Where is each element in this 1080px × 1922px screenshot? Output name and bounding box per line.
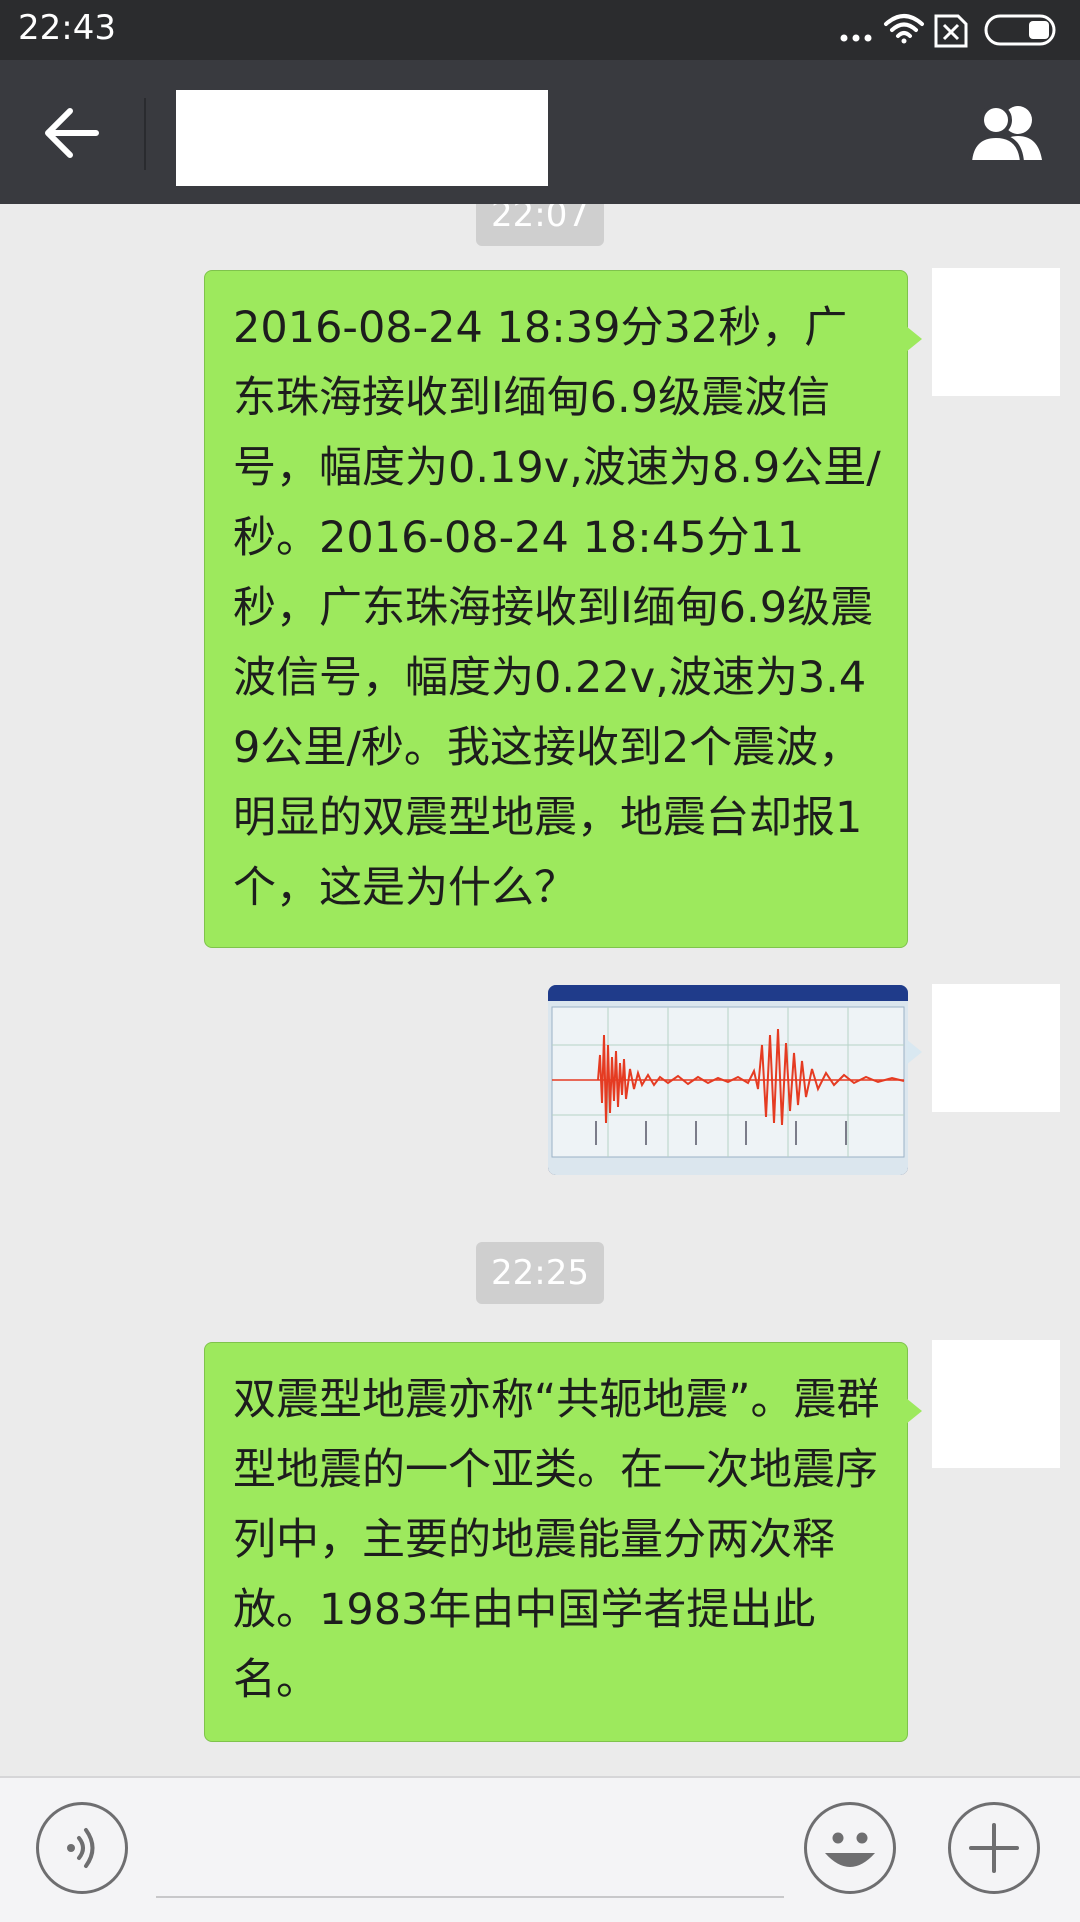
emoji-icon xyxy=(825,1832,875,1867)
voice-icon xyxy=(67,1828,95,1868)
message-input[interactable] xyxy=(156,1808,784,1898)
seismograph-screenshot xyxy=(548,985,908,1175)
avatar[interactable] xyxy=(932,268,1060,396)
timestamp-chip: 22:07 xyxy=(476,204,604,246)
arrow-left-icon xyxy=(45,108,99,158)
bubble-tail xyxy=(906,1039,922,1065)
bubble-tail xyxy=(906,1398,922,1424)
emoji-button[interactable] xyxy=(804,1802,896,1894)
timestamp-chip: 22:25 xyxy=(476,1242,604,1304)
bubble-tail xyxy=(906,326,922,352)
voice-button[interactable] xyxy=(36,1802,128,1894)
message-bubble[interactable]: 2016-08-24 18:39分32秒，广东珠海接收到I缅甸6.9级震波信号，… xyxy=(204,270,908,948)
battery-icon xyxy=(984,14,1056,46)
status-icons xyxy=(840,14,1056,48)
back-button[interactable] xyxy=(30,98,116,168)
chat-title xyxy=(176,90,548,186)
plus-icon xyxy=(969,1823,1019,1873)
group-info-button[interactable] xyxy=(962,98,1054,168)
chat-header xyxy=(0,60,1080,204)
status-bar: 22:43 xyxy=(0,0,1080,60)
plus-button[interactable] xyxy=(948,1802,1040,1894)
status-time: 22:43 xyxy=(18,8,116,48)
input-bar xyxy=(0,1776,1080,1922)
wifi-icon xyxy=(884,14,924,44)
group-people-icon xyxy=(967,104,1042,164)
avatar[interactable] xyxy=(932,1340,1060,1468)
no-sim-icon xyxy=(934,14,968,48)
message-bubble[interactable]: 双震型地震亦称“共轭地震”。震群型地震的一个亚类。在一次地震序列中，主要的地震能… xyxy=(204,1342,908,1742)
avatar[interactable] xyxy=(932,984,1060,1112)
more-dots-icon xyxy=(840,34,872,42)
chat-area[interactable]: 22:07 2016-08-24 18:39分32秒，广东珠海接收到I缅甸6.9… xyxy=(0,204,1080,1776)
title-divider xyxy=(144,98,146,170)
image-message[interactable] xyxy=(548,985,908,1175)
